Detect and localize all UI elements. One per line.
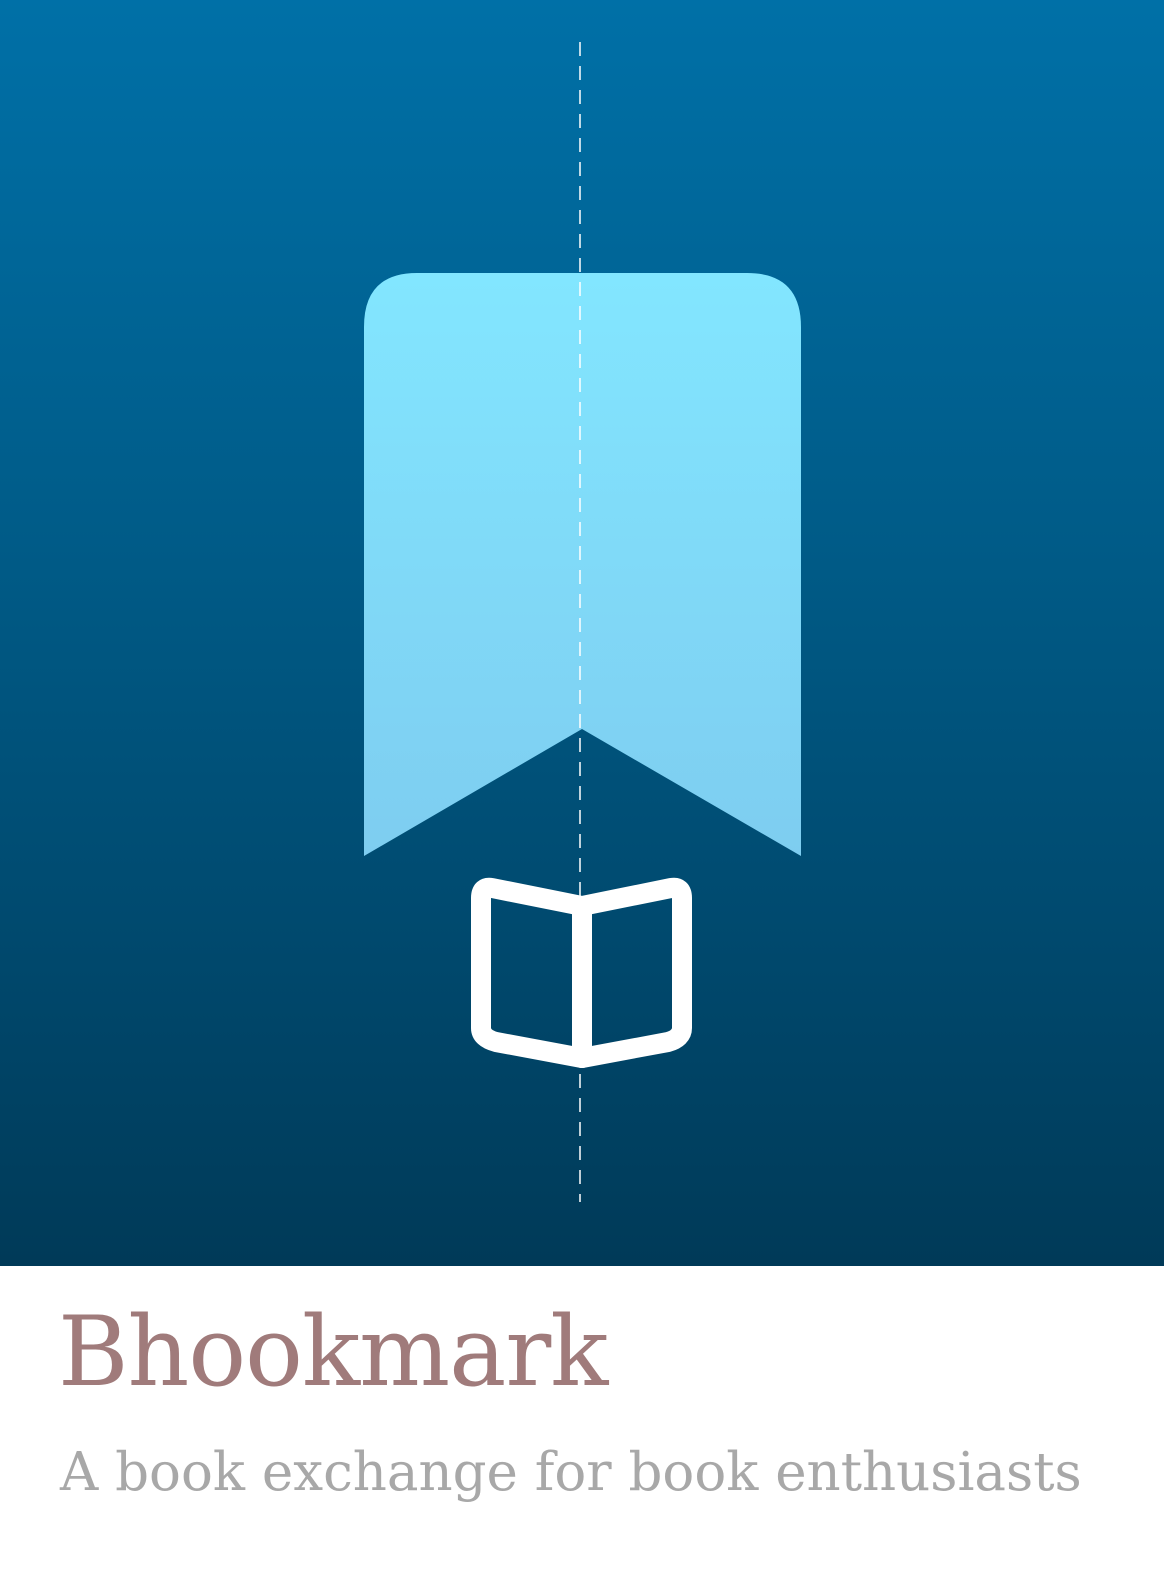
brand-title: Bhookmark	[58, 1296, 608, 1408]
logo-artwork	[0, 0, 1164, 1266]
open-book-icon	[471, 877, 692, 1068]
logo-graphic	[364, 42, 801, 1202]
caption-panel: Bhookmark A book exchange for book enthu…	[0, 1266, 1164, 1570]
bookmark-icon	[364, 273, 801, 856]
brand-tagline: A book exchange for book enthusiasts	[60, 1442, 1082, 1503]
